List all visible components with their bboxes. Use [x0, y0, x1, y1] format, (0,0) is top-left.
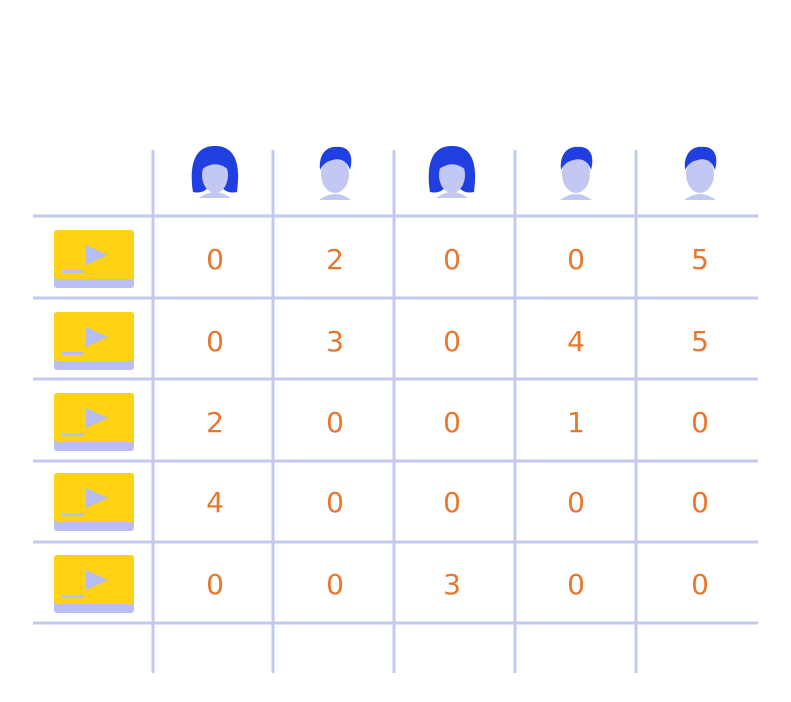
rating-cell-value: 4 [567, 325, 585, 358]
video-icon-column [54, 230, 134, 613]
male-user-icon [319, 146, 352, 200]
rating-cell-value: 0 [206, 243, 224, 276]
rating-cell-value: 0 [443, 406, 461, 439]
female-user-icon [191, 146, 239, 198]
rating-cell-value: 4 [206, 486, 224, 519]
video-play-icon [54, 473, 134, 531]
rating-cell-value: 0 [567, 486, 585, 519]
rating-cell-value: 0 [691, 568, 709, 601]
rating-cell-value: 0 [326, 406, 344, 439]
male-user-icon [684, 146, 717, 200]
rating-cell-value: 0 [567, 243, 585, 276]
rating-cell-value: 1 [567, 406, 585, 439]
rating-cell-value: 0 [443, 243, 461, 276]
matrix-grid [33, 150, 758, 673]
user-avatar-row [191, 146, 717, 200]
rating-cell-value: 0 [443, 486, 461, 519]
rating-cell-value: 5 [691, 243, 709, 276]
video-play-icon [54, 230, 134, 288]
rating-cell-value: 0 [326, 486, 344, 519]
male-user-icon [560, 146, 593, 200]
rating-cell-value: 5 [691, 325, 709, 358]
rating-cell-value: 2 [206, 406, 224, 439]
rating-cell-value: 0 [326, 568, 344, 601]
video-play-icon [54, 393, 134, 451]
rating-cell-value: 0 [691, 486, 709, 519]
video-play-icon [54, 312, 134, 370]
female-user-icon [428, 146, 476, 198]
rating-cell-value: 0 [206, 325, 224, 358]
user-item-rating-matrix: 0 2 0 0 5 0 3 0 4 5 2 0 0 1 0 4 0 0 0 0 0 0 3 0 0 [33, 146, 758, 673]
rating-cell-value: 2 [326, 243, 344, 276]
video-play-icon [54, 555, 134, 613]
rating-cell-value: 0 [691, 406, 709, 439]
rating-cell-value: 0 [567, 568, 585, 601]
rating-cell-value: 3 [326, 325, 344, 358]
rating-cell-value: 0 [206, 568, 224, 601]
rating-cell-value: 0 [443, 325, 461, 358]
rating-cell-value: 3 [443, 568, 461, 601]
